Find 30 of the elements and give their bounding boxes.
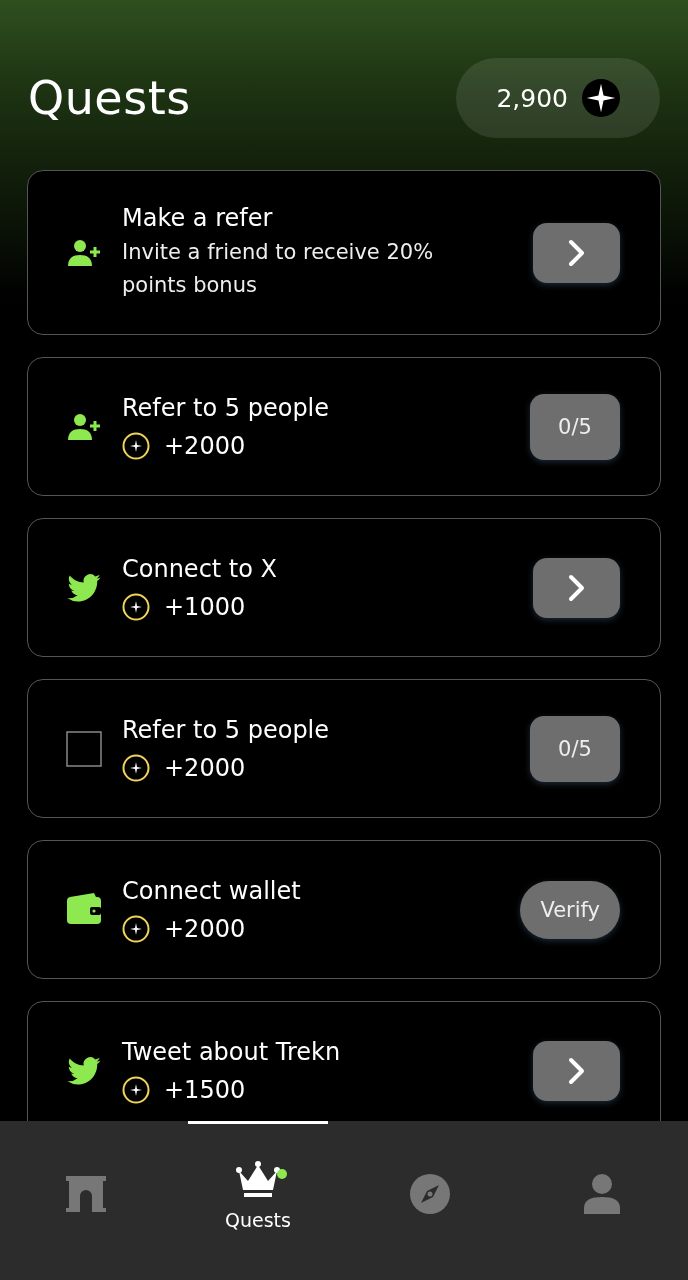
quest-action-button[interactable]: 0/5: [530, 393, 620, 460]
coin-icon: [122, 914, 150, 943]
square-icon: [66, 730, 102, 767]
page-title: Quests: [28, 71, 191, 125]
reward-points: +2000: [164, 914, 246, 943]
quest-title: Make a refer: [122, 203, 274, 232]
quest-title: Connect to X: [122, 554, 279, 583]
star-coin-icon: [582, 79, 620, 117]
quest-title: Tweet about Trekn: [122, 1037, 342, 1066]
coin-icon: [122, 1075, 150, 1104]
next-button[interactable]: [533, 1040, 620, 1101]
reward-points: +1000: [164, 592, 246, 621]
quest-title: Refer to 5 people: [122, 715, 331, 744]
quest-description: Invite a friend to receive 20% points bonus: [122, 238, 435, 299]
coin-icon: [122, 753, 150, 782]
quest-action-button[interactable]: Verify: [520, 880, 620, 939]
next-button[interactable]: [533, 557, 620, 618]
points-balance[interactable]: 2,900: [456, 58, 660, 138]
coin-icon: [122, 592, 150, 621]
quest-action-button[interactable]: 0/5: [530, 715, 620, 782]
next-button[interactable]: [533, 222, 620, 283]
balance-amount: 2,900: [496, 83, 568, 113]
reward-points: +1500: [164, 1075, 246, 1104]
reward-points: +2000: [164, 753, 246, 782]
coin-icon: [122, 431, 150, 460]
reward-points: +2000: [164, 431, 246, 460]
quest-title: Connect wallet: [122, 876, 302, 905]
nav-tab[interactable]: Quests: [172, 1121, 344, 1280]
compass-icon: [408, 1172, 452, 1216]
quest-title: Refer to 5 people: [122, 393, 331, 422]
